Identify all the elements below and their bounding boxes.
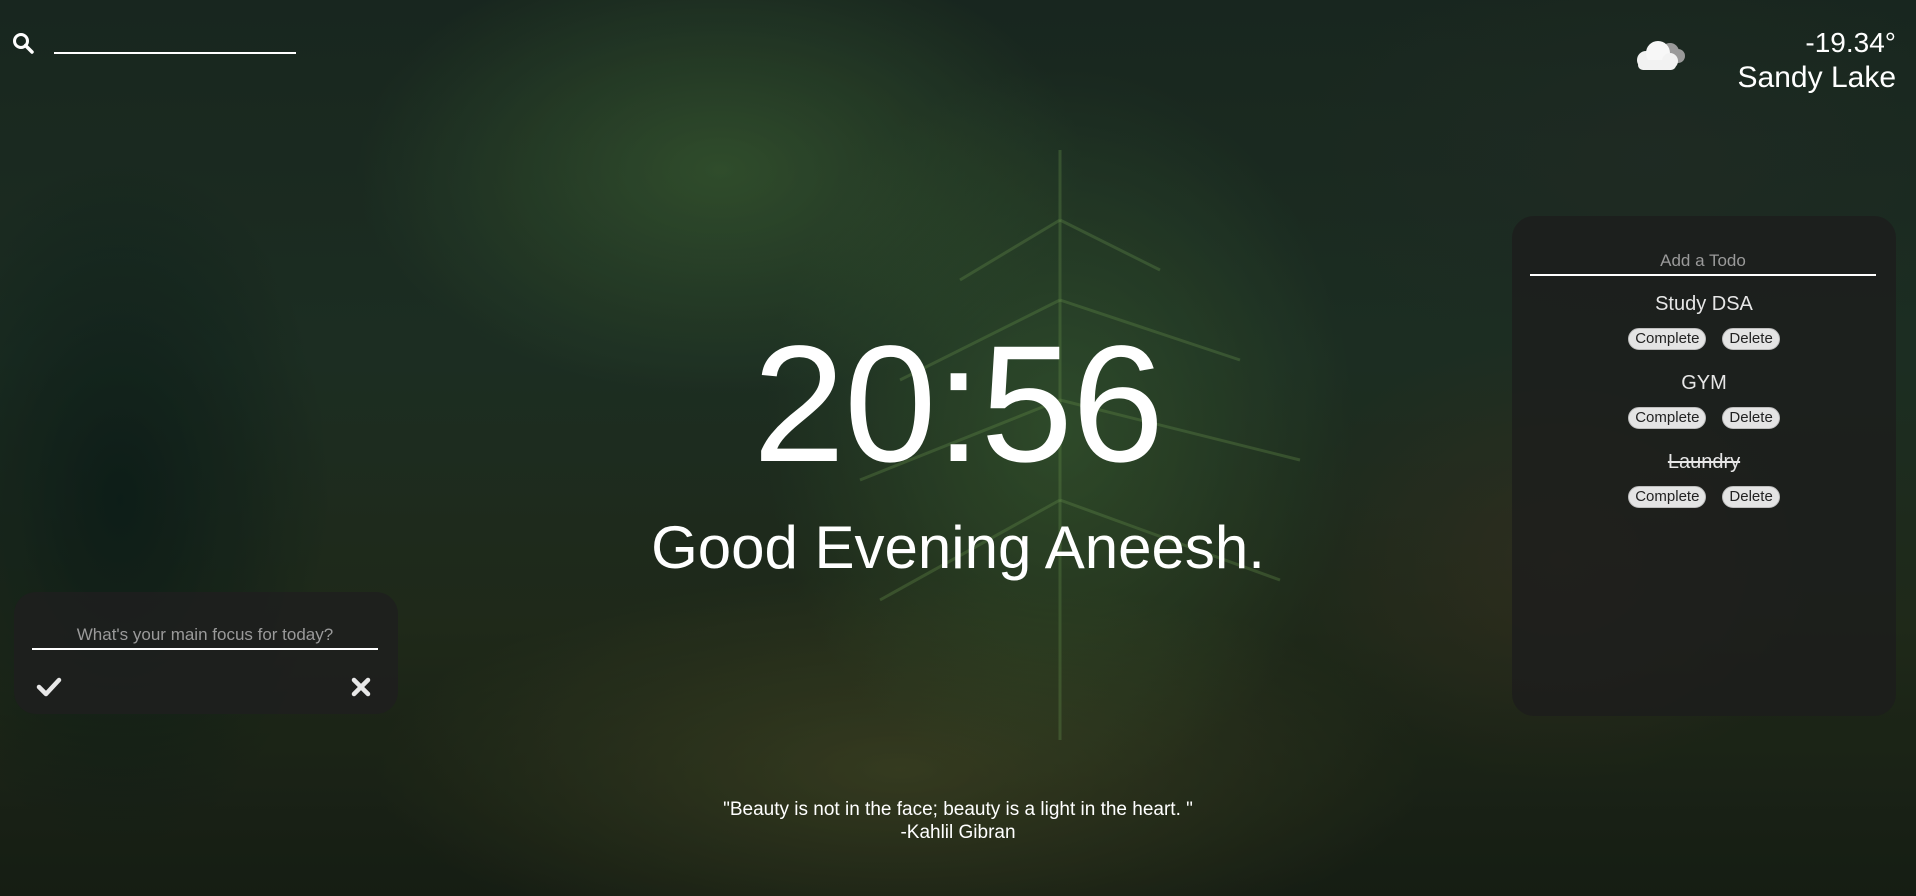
quote: "Beauty is not in the face; beauty is a … <box>0 798 1916 844</box>
todo-item: GYM Complete Delete <box>1512 371 1896 450</box>
todo-item-text: GYM <box>1681 372 1727 394</box>
cloud-icon <box>1630 38 1688 74</box>
todo-input[interactable] <box>1530 248 1876 276</box>
delete-button[interactable]: Delete <box>1722 407 1780 429</box>
todo-item-text: Laundry <box>1667 451 1741 473</box>
focus-input[interactable] <box>32 622 378 650</box>
quote-text: "Beauty is not in the face; beauty is a … <box>723 799 1193 820</box>
weather-temperature: -19.34° <box>1805 27 1896 58</box>
complete-button[interactable]: Complete <box>1628 328 1707 350</box>
search-input[interactable] <box>54 26 296 54</box>
todo-item-actions: Complete Delete <box>1512 328 1896 350</box>
todo-item: Laundry Complete Delete <box>1512 450 1896 529</box>
todo-item-text: Study DSA <box>1655 293 1753 315</box>
weather-widget: -19.34° Sandy Lake <box>1738 26 1896 96</box>
quote-author: -Kahlil Gibran <box>900 822 1016 843</box>
delete-button[interactable]: Delete <box>1722 486 1780 508</box>
complete-button[interactable]: Complete <box>1628 407 1707 429</box>
todo-item-actions: Complete Delete <box>1512 486 1896 508</box>
close-icon[interactable] <box>350 676 372 698</box>
search-icon[interactable] <box>12 32 34 54</box>
complete-button[interactable]: Complete <box>1628 486 1707 508</box>
check-icon[interactable] <box>36 676 62 698</box>
focus-panel <box>14 592 398 714</box>
search-bar <box>12 26 296 54</box>
delete-button[interactable]: Delete <box>1722 328 1780 350</box>
todo-item-actions: Complete Delete <box>1512 407 1896 429</box>
todo-panel: Study DSA Complete Delete GYM Complete D… <box>1512 216 1896 716</box>
todo-list: Study DSA Complete Delete GYM Complete D… <box>1512 292 1896 529</box>
weather-city: Sandy Lake <box>1737 61 1896 94</box>
todo-item: Study DSA Complete Delete <box>1512 292 1896 371</box>
